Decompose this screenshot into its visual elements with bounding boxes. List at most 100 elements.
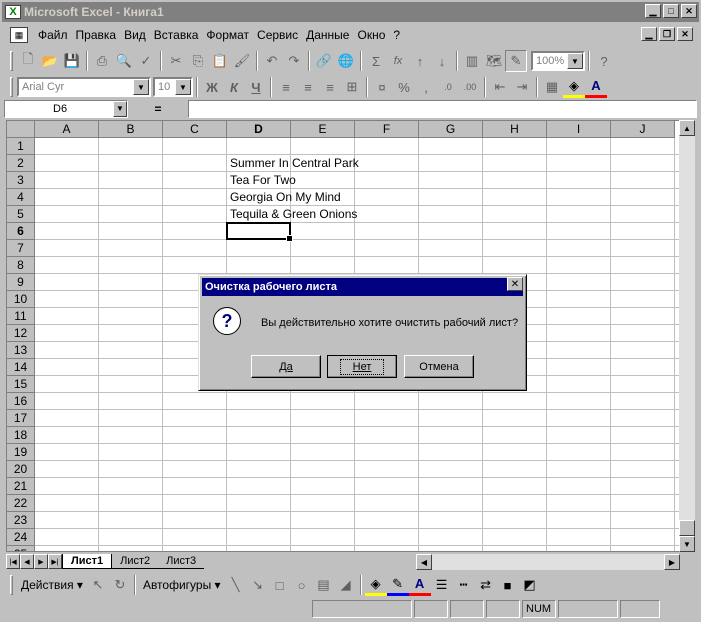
- excel-app-icon[interactable]: X: [5, 5, 21, 19]
- web-toolbar-icon[interactable]: 🌐: [335, 50, 357, 72]
- name-box[interactable]: D6 ▼: [4, 100, 128, 118]
- row-header-2[interactable]: 2: [7, 155, 35, 172]
- paste-icon[interactable]: 📋: [209, 50, 231, 72]
- row-header-4[interactable]: 4: [7, 189, 35, 206]
- horizontal-scrollbar[interactable]: ◀ ▶: [416, 554, 680, 570]
- autosum-icon[interactable]: Σ: [365, 50, 387, 72]
- menu-edit[interactable]: Правка: [72, 28, 121, 42]
- column-header-h[interactable]: H: [483, 121, 547, 138]
- row-header-20[interactable]: 20: [7, 461, 35, 478]
- format-painter-icon[interactable]: 🖌: [231, 50, 253, 72]
- doc-close-button[interactable]: ✕: [677, 27, 693, 41]
- fill-color-icon[interactable]: ◈: [364, 574, 387, 596]
- chevron-down-icon[interactable]: ▼: [567, 53, 583, 69]
- decrease-decimal-icon[interactable]: .00: [459, 76, 481, 98]
- align-left-icon[interactable]: ≡: [275, 76, 297, 98]
- function-icon[interactable]: fx: [387, 50, 409, 72]
- font-size-select[interactable]: 10 ▼: [153, 77, 193, 97]
- row-header-8[interactable]: 8: [7, 257, 35, 274]
- column-header-i[interactable]: I: [547, 121, 611, 138]
- active-cell-selection[interactable]: [226, 222, 293, 242]
- column-header-g[interactable]: G: [419, 121, 483, 138]
- scroll-left-icon[interactable]: ◀: [416, 554, 432, 570]
- doc-minimize-button[interactable]: ▁: [641, 27, 657, 41]
- row-header-6[interactable]: 6: [7, 223, 35, 240]
- chevron-down-icon[interactable]: ▼: [113, 101, 127, 117]
- merge-center-icon[interactable]: ⊞: [341, 76, 363, 98]
- column-header-e[interactable]: E: [291, 121, 355, 138]
- print-icon[interactable]: ⎙: [91, 50, 113, 72]
- menu-help[interactable]: ?: [389, 28, 404, 42]
- cancel-button[interactable]: Отмена: [404, 355, 474, 378]
- row-header-16[interactable]: 16: [7, 393, 35, 410]
- font-name-select[interactable]: Arial Cyr ▼: [17, 77, 151, 97]
- row-header-25[interactable]: 25: [7, 546, 35, 551]
- save-icon[interactable]: 💾: [61, 50, 83, 72]
- vertical-scrollbar[interactable]: ▲ ▼: [679, 120, 695, 552]
- doc-restore-button[interactable]: ❐: [659, 27, 675, 41]
- yes-button[interactable]: Да: [251, 355, 321, 378]
- first-sheet-icon[interactable]: |◀: [6, 554, 20, 569]
- row-header-12[interactable]: 12: [7, 325, 35, 342]
- maximize-button[interactable]: □: [663, 4, 679, 18]
- row-header-7[interactable]: 7: [7, 240, 35, 257]
- column-header-a[interactable]: A: [35, 121, 99, 138]
- open-icon[interactable]: 📂: [39, 50, 61, 72]
- scroll-right-icon[interactable]: ▶: [664, 554, 680, 570]
- line-color-icon[interactable]: ✎: [386, 574, 409, 596]
- row-header-11[interactable]: 11: [7, 308, 35, 325]
- row-header-9[interactable]: 9: [7, 274, 35, 291]
- drawing-icon[interactable]: ✎: [505, 50, 527, 72]
- row-header-5[interactable]: 5: [7, 206, 35, 223]
- toolbar-handle[interactable]: [10, 51, 13, 71]
- column-header-b[interactable]: B: [99, 121, 163, 138]
- cell-d2[interactable]: Summer In Central Park: [230, 155, 359, 172]
- increase-indent-icon[interactable]: ⇥: [511, 76, 533, 98]
- row-header-18[interactable]: 18: [7, 427, 35, 444]
- row-header-23[interactable]: 23: [7, 512, 35, 529]
- italic-button[interactable]: К: [223, 76, 245, 98]
- align-center-icon[interactable]: ≡: [297, 76, 319, 98]
- row-header-24[interactable]: 24: [7, 529, 35, 546]
- chevron-down-icon[interactable]: ▼: [175, 79, 191, 95]
- row-header-21[interactable]: 21: [7, 478, 35, 495]
- select-all-corner[interactable]: [7, 121, 35, 138]
- cell-d3[interactable]: Tea For Two: [230, 172, 296, 189]
- dash-style-icon[interactable]: ┅: [453, 574, 475, 596]
- scroll-down-icon[interactable]: ▼: [679, 536, 695, 552]
- currency-icon[interactable]: ¤: [371, 76, 393, 98]
- percent-button[interactable]: %: [393, 76, 415, 98]
- comma-button[interactable]: ,: [415, 76, 437, 98]
- next-sheet-icon[interactable]: ▶: [34, 554, 48, 569]
- font-color-icon[interactable]: A: [585, 76, 607, 98]
- zoom-select[interactable]: 100% ▼: [531, 51, 585, 71]
- oval-icon[interactable]: ○: [291, 574, 313, 596]
- menu-file[interactable]: Файл: [34, 28, 72, 42]
- menu-format[interactable]: Формат: [202, 28, 253, 42]
- print-preview-icon[interactable]: 🔍: [113, 50, 135, 72]
- chevron-down-icon[interactable]: ▼: [133, 79, 149, 95]
- dialog-close-button[interactable]: ✕: [507, 277, 523, 291]
- formula-input[interactable]: [188, 100, 697, 118]
- no-button[interactable]: Нет: [327, 355, 397, 378]
- autoshapes-menu[interactable]: Автофигуры ▾: [139, 578, 225, 592]
- rectangle-icon[interactable]: □: [269, 574, 291, 596]
- last-sheet-icon[interactable]: ▶|: [48, 554, 62, 569]
- column-header-j[interactable]: J: [611, 121, 675, 138]
- toolbar-handle[interactable]: [10, 77, 13, 97]
- fill-color-icon[interactable]: ◈: [563, 76, 585, 98]
- map-icon[interactable]: 🗺: [483, 50, 505, 72]
- row-header-14[interactable]: 14: [7, 359, 35, 376]
- row-header-13[interactable]: 13: [7, 342, 35, 359]
- arrow-icon[interactable]: ↘: [247, 574, 269, 596]
- line-icon[interactable]: ╲: [225, 574, 247, 596]
- free-rotate-icon[interactable]: ↻: [109, 574, 131, 596]
- undo-icon[interactable]: ↶: [261, 50, 283, 72]
- line-style-icon[interactable]: ☰: [431, 574, 453, 596]
- row-header-10[interactable]: 10: [7, 291, 35, 308]
- split-box[interactable]: [679, 520, 695, 536]
- sheet-tab-3[interactable]: Лист3: [158, 554, 205, 569]
- menu-insert[interactable]: Вставка: [150, 28, 203, 42]
- toolbar-handle[interactable]: [10, 575, 13, 595]
- spelling-icon[interactable]: ✓: [135, 50, 157, 72]
